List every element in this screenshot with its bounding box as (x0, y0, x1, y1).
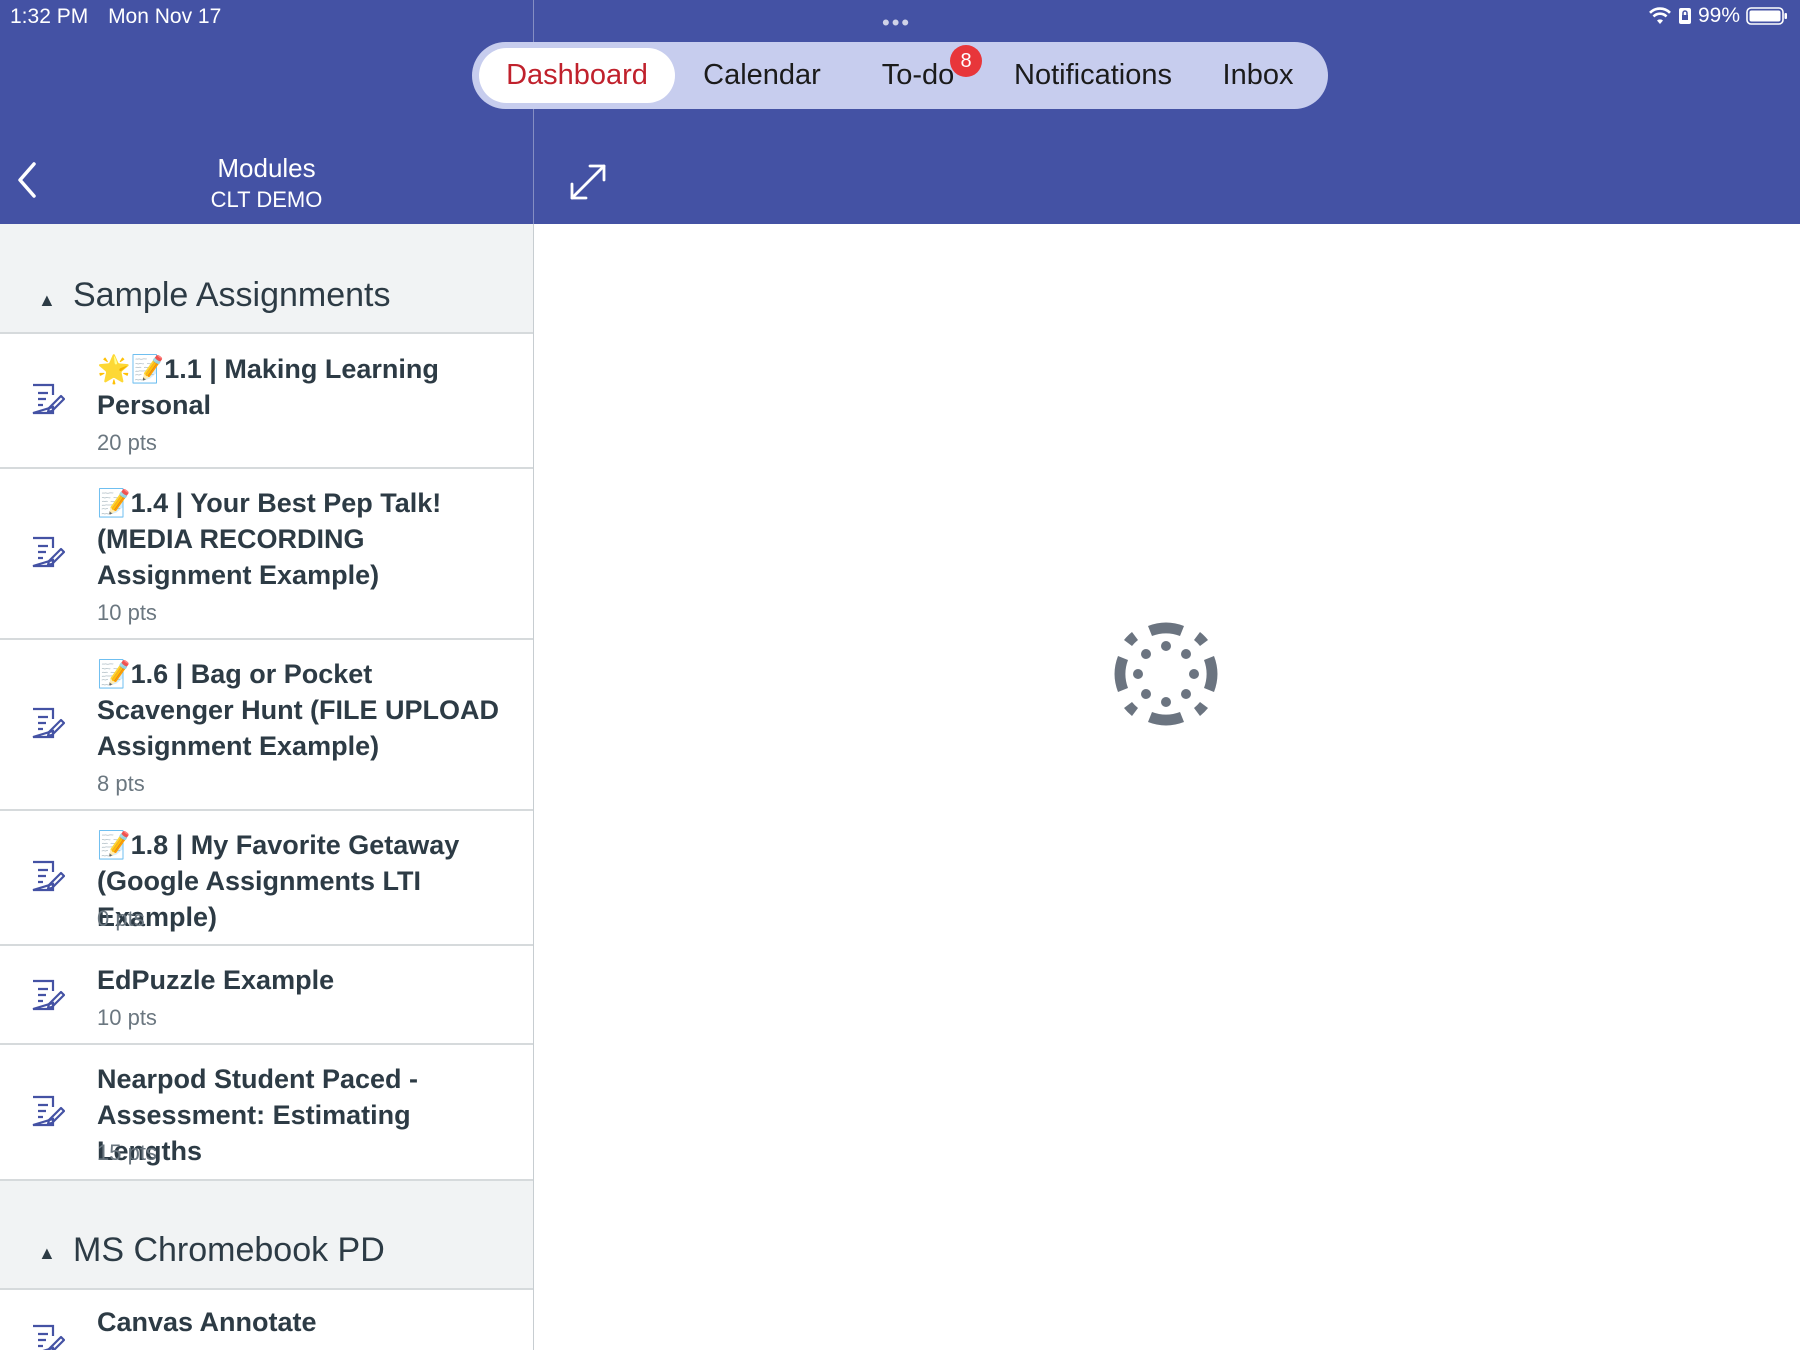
assignment-title: Nearpod Student Paced - Assessment: Esti… (97, 1064, 419, 1166)
battery-percent: 99% (1697, 4, 1740, 27)
module-header[interactable]: ▲ MS Chromebook PD (0, 1181, 533, 1290)
status-bar-left: 1:32 PM Mon Nov 17 (10, 5, 235, 29)
assignment-title: 📝1.6 | Bag or Pocket Scavenger Hunt (FIL… (97, 659, 500, 761)
orientation-lock-icon (1678, 8, 1691, 24)
assignment-title: 🌟📝1.1 | Making Learning Personal (97, 354, 439, 420)
tab-notifications[interactable]: Notifications (997, 48, 1189, 103)
modules-list[interactable]: ▲ Sample Assignments 🌟📝1.1 | Making Lear… (0, 224, 533, 1350)
assignment-icon (29, 534, 66, 575)
list-item[interactable]: 🌟📝1.1 | Making Learning Personal 20 pts (0, 334, 533, 469)
assignment-title: 📝1.8 | My Favorite Getaway (Google Assig… (97, 830, 460, 932)
assignment-title: Canvas Annotate (97, 1307, 317, 1337)
canvas-loading-spinner-icon (1110, 618, 1222, 735)
module-title: MS Chromebook PD (73, 1231, 385, 1269)
split-divider (533, 0, 534, 224)
panel-border (533, 224, 534, 1350)
collapse-triangle-icon[interactable]: ▲ (38, 290, 56, 311)
assignment-title: EdPuzzle Example (97, 965, 335, 995)
module-header[interactable]: ▲ Sample Assignments (0, 224, 533, 334)
tab-inbox[interactable]: Inbox (1203, 48, 1313, 103)
assignment-points: 10 pts (97, 600, 157, 625)
assignment-points: 0 pts (97, 906, 145, 931)
assignment-icon (29, 858, 66, 899)
expand-icon[interactable] (566, 160, 610, 209)
assignment-icon (29, 381, 66, 422)
list-item[interactable]: Nearpod Student Paced - Assessment: Esti… (0, 1045, 533, 1181)
tab-calendar[interactable]: Calendar (691, 48, 833, 103)
assignment-icon (29, 1322, 66, 1350)
wifi-icon (1649, 7, 1671, 24)
assignment-points: 10 pts (97, 1005, 157, 1030)
page-title: Modules (217, 153, 316, 183)
module-title: Sample Assignments (73, 276, 391, 314)
tab-dashboard[interactable]: Dashboard (479, 48, 675, 103)
list-item[interactable]: 📝1.4 | Your Best Pep Talk! (MEDIA RECORD… (0, 469, 533, 640)
assignment-icon (29, 1093, 66, 1134)
assignment-points: 8 pts (97, 771, 145, 796)
status-bar-right: 99% (1648, 4, 1788, 28)
list-item[interactable]: 📝1.8 | My Favorite Getaway (Google Assig… (0, 811, 533, 946)
list-item[interactable]: Canvas Annotate (0, 1290, 533, 1350)
assignment-points: 20 pts (97, 430, 157, 455)
todo-count-badge: 8 (950, 45, 982, 77)
page-subtitle: CLT DEMO (210, 187, 323, 212)
status-date: Mon Nov 17 (108, 5, 222, 28)
collapse-triangle-icon[interactable]: ▲ (38, 1243, 56, 1264)
assignment-icon (29, 705, 66, 746)
tab-bar: Dashboard Calendar To-do Notifications I… (472, 42, 1328, 109)
status-time: 1:32 PM (10, 5, 89, 28)
list-item[interactable]: 📝1.6 | Bag or Pocket Scavenger Hunt (FIL… (0, 640, 533, 811)
battery-icon (1746, 7, 1787, 25)
list-item[interactable]: EdPuzzle Example 10 pts (0, 946, 533, 1045)
assignment-title: 📝1.4 | Your Best Pep Talk! (MEDIA RECORD… (97, 488, 442, 590)
assignment-icon (29, 977, 66, 1018)
assignment-points: 15 pts (97, 1140, 157, 1165)
multitasking-dots-icon[interactable]: ••• (882, 10, 911, 36)
